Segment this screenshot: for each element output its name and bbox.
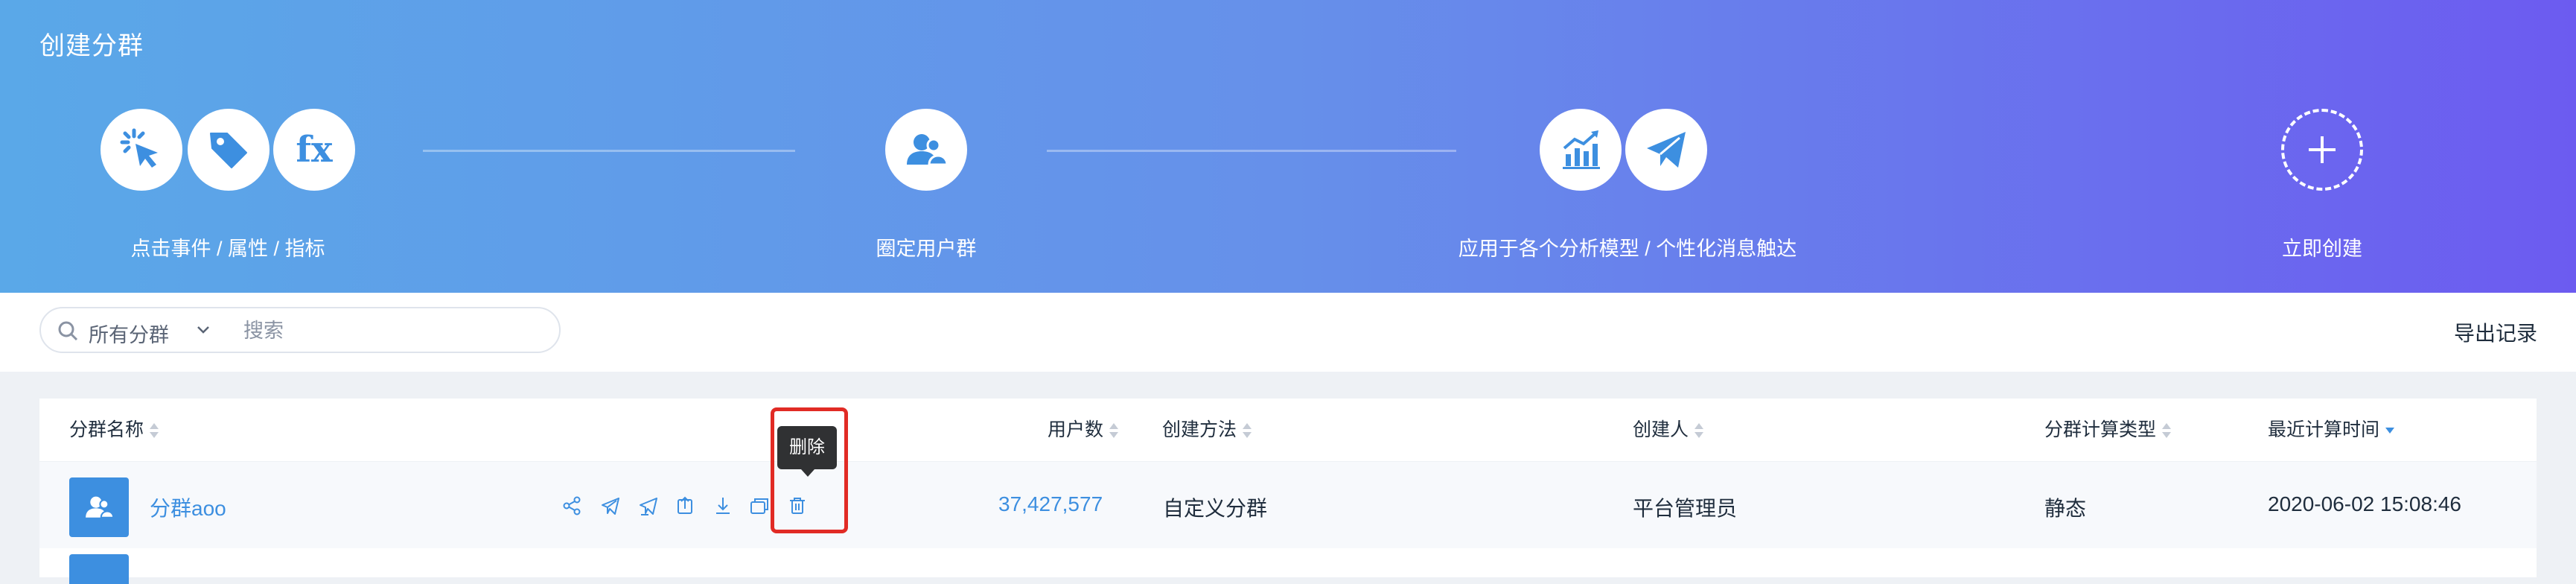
creator: 平台管理员 — [1633, 497, 1738, 520]
export-icon[interactable] — [673, 493, 698, 518]
step-label-create[interactable]: 立即创建 — [2282, 232, 2362, 261]
column-header-last-calc[interactable]: 最近计算时间 — [2268, 399, 2395, 461]
column-header-calc-type[interactable]: 分群计算类型 — [2044, 399, 2172, 461]
download-icon[interactable] — [710, 493, 736, 518]
chevron-down-icon[interactable] — [196, 325, 211, 339]
column-header-method[interactable]: 创建方法 — [1162, 399, 1252, 461]
sort-icon[interactable] — [148, 422, 159, 439]
segment-avatar — [69, 477, 129, 537]
column-header-users[interactable]: 用户数 — [1048, 399, 1119, 461]
sort-icon[interactable] — [1108, 422, 1119, 439]
sort-icon[interactable] — [2161, 422, 2172, 439]
copy-icon[interactable] — [747, 493, 772, 518]
send-icon — [1625, 109, 1707, 191]
segment-table: 分群名称 用户数 创建方法 创建人 分群计算类型 最近计算时间 分群aoo 37… — [39, 399, 2537, 584]
step-label-users: 圈定用户群 — [876, 238, 977, 260]
sort-icon[interactable] — [1693, 422, 1704, 439]
page-title: 创建分群 — [39, 32, 144, 60]
step-label-events: 点击事件 / 属性 / 指标 — [130, 238, 325, 260]
column-header-creator[interactable]: 创建人 — [1633, 399, 1704, 461]
search-icon — [57, 320, 78, 345]
last-calc-time: 2020-06-02 15:08:46 — [2268, 492, 2461, 515]
send-icon[interactable] — [598, 493, 623, 518]
segment-name-link[interactable]: 分群aoo — [150, 492, 226, 522]
fx-icon: fx — [273, 109, 355, 191]
step-label-apply: 应用于各个分析模型 / 个性化消息触达 — [1458, 238, 1797, 260]
calc-type: 静态 — [2044, 497, 2087, 520]
creation-method: 自定义分群 — [1163, 497, 1268, 520]
create-button[interactable] — [2281, 109, 2363, 191]
toolbar: 所有分群 导出记录 — [0, 293, 2576, 372]
step-connector — [1047, 150, 1456, 152]
users-icon — [885, 109, 967, 191]
search-input[interactable] — [242, 314, 543, 347]
segment-avatar — [69, 554, 129, 584]
delete-icon[interactable] — [785, 493, 810, 518]
search-bar[interactable]: 所有分群 — [39, 307, 561, 353]
export-records-link[interactable]: 导出记录 — [2454, 317, 2537, 347]
table-row[interactable]: 分群aoo 37,427,577 自定义分群 平台管理员 静态 2020-06-… — [39, 461, 2537, 548]
svg-text:fx: fx — [296, 129, 333, 171]
tag-icon — [188, 109, 270, 191]
user-count: 37,427,577 — [998, 492, 1103, 515]
click-icon — [101, 109, 182, 191]
sort-icon[interactable] — [1241, 422, 1252, 439]
delete-tooltip: 删除 — [777, 426, 837, 477]
segment-scope-select[interactable]: 所有分群 — [89, 319, 169, 348]
sort-desc-icon[interactable] — [2384, 422, 2395, 439]
plus-icon — [2309, 136, 2336, 163]
column-header-name[interactable]: 分群名称 — [69, 399, 159, 461]
step-connector — [423, 150, 795, 152]
send-edit-icon[interactable] — [636, 493, 661, 518]
chart-icon — [1540, 109, 1622, 191]
hero-banner: 创建分群 fx 点击事件 / 属性 / 指标 圈定用户群 应用于各个分析模型 /… — [0, 0, 2576, 293]
users-icon — [86, 496, 115, 518]
share-icon[interactable] — [559, 493, 584, 518]
